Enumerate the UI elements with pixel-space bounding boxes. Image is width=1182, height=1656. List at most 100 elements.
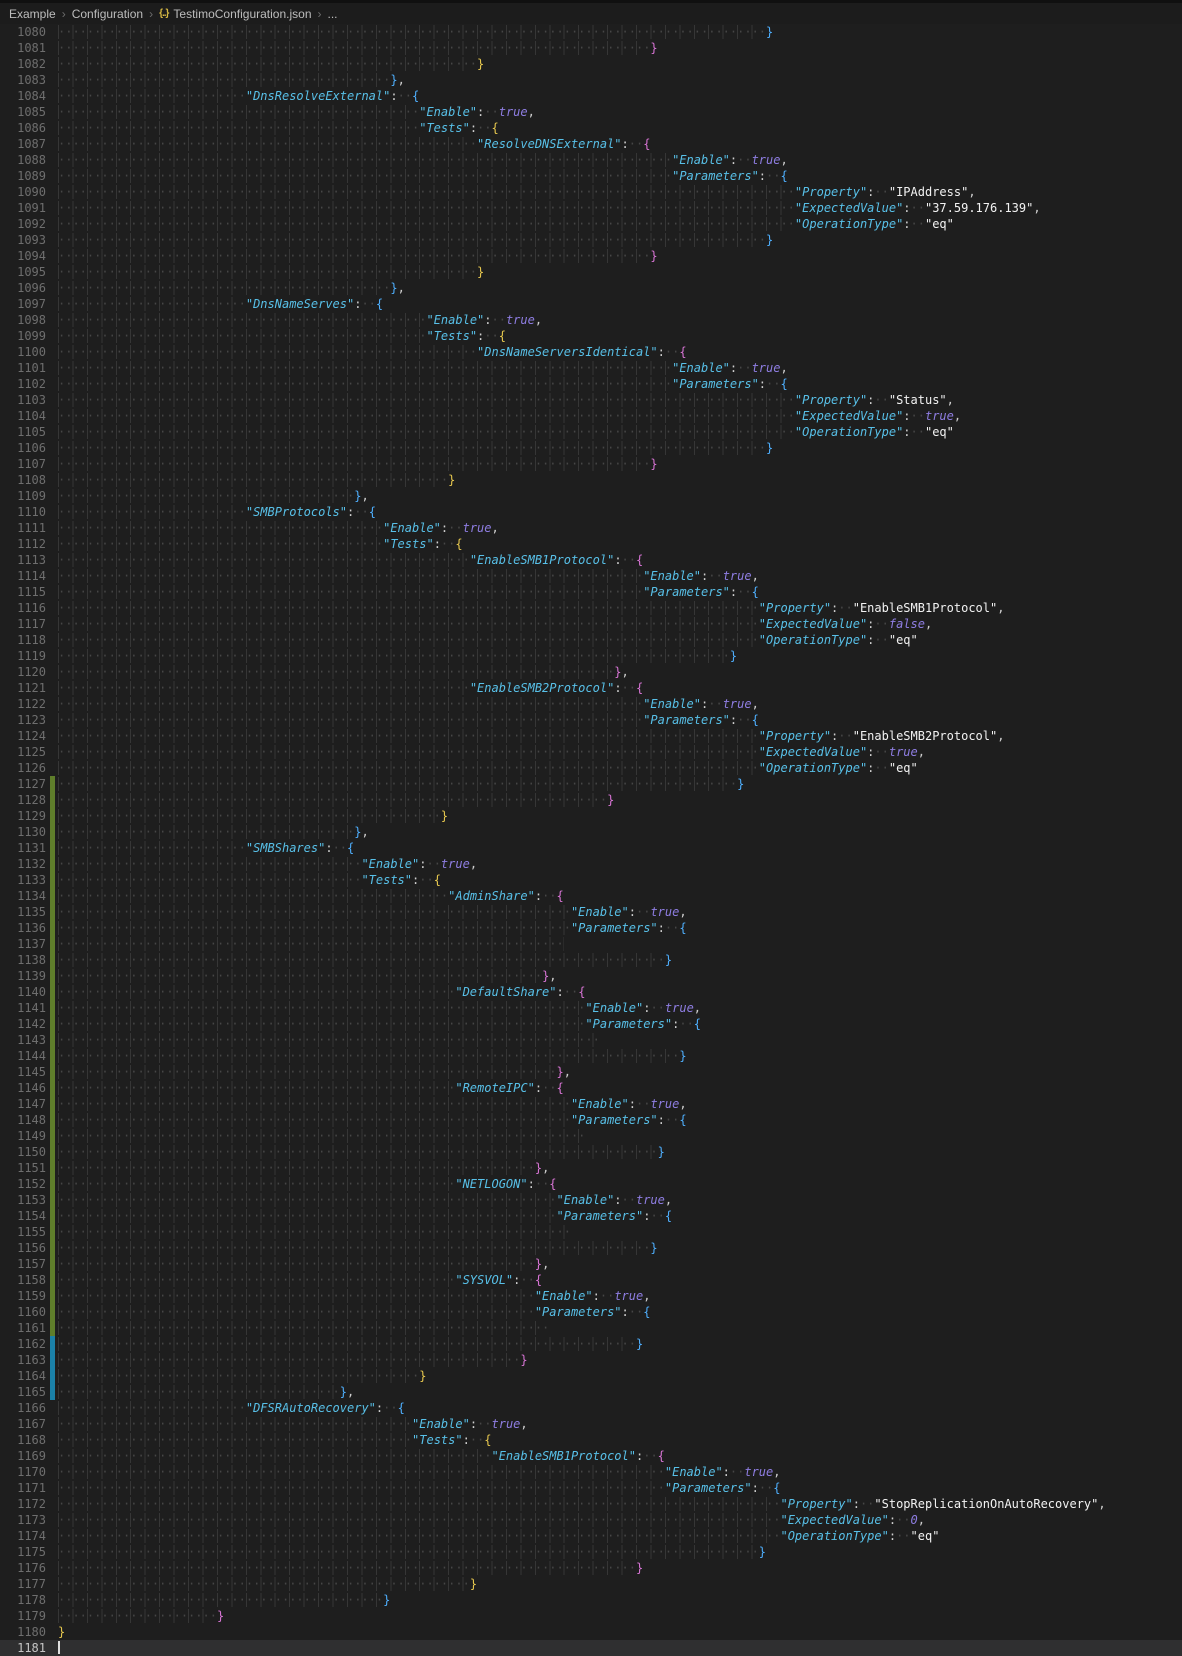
line-number[interactable]: 1170 (0, 1464, 46, 1480)
code-line[interactable]: 1117····································… (0, 616, 1182, 632)
code-line[interactable]: 1123····································… (0, 712, 1182, 728)
line-number[interactable]: 1156 (0, 1240, 46, 1256)
code-line[interactable]: 1080····································… (0, 24, 1182, 40)
code-line[interactable]: 1088····································… (0, 152, 1182, 168)
breadcrumb-item-symbol[interactable]: ... (328, 7, 338, 21)
code-line[interactable]: 1175····································… (0, 1544, 1182, 1560)
line-number[interactable]: 1118 (0, 632, 46, 648)
line-number[interactable]: 1114 (0, 568, 46, 584)
line-number[interactable]: 1132 (0, 856, 46, 872)
line-number[interactable]: 1088 (0, 152, 46, 168)
code-line[interactable]: 1106····································… (0, 440, 1182, 456)
code-line[interactable]: 1116····································… (0, 600, 1182, 616)
code-line[interactable]: 1154····································… (0, 1208, 1182, 1224)
line-number[interactable]: 1086 (0, 120, 46, 136)
code-line[interactable]: 1155····································… (0, 1224, 1182, 1240)
code-line[interactable]: 1132····································… (0, 856, 1182, 872)
code-line[interactable]: 1093····································… (0, 232, 1182, 248)
line-number[interactable]: 1117 (0, 616, 46, 632)
line-number[interactable]: 1145 (0, 1064, 46, 1080)
code-line[interactable]: 1100····································… (0, 344, 1182, 360)
code-line[interactable]: 1166··························"DFSRAutoR… (0, 1400, 1182, 1416)
code-line[interactable]: 1118····································… (0, 632, 1182, 648)
line-number[interactable]: 1125 (0, 744, 46, 760)
code-line[interactable]: 1087····································… (0, 136, 1182, 152)
code-line[interactable]: 1161····································… (0, 1320, 1182, 1336)
code-line[interactable]: 1131··························"SMBShares… (0, 840, 1182, 856)
line-number[interactable]: 1133 (0, 872, 46, 888)
code-line[interactable]: 1098····································… (0, 312, 1182, 328)
code-line[interactable]: 1152····································… (0, 1176, 1182, 1192)
code-line[interactable]: 1162····································… (0, 1336, 1182, 1352)
breadcrumb-item-folder[interactable]: Example (9, 7, 56, 21)
code-line[interactable]: 1105····································… (0, 424, 1182, 440)
line-number[interactable]: 1104 (0, 408, 46, 424)
line-number[interactable]: 1150 (0, 1144, 46, 1160)
code-line[interactable]: 1126····································… (0, 760, 1182, 776)
line-number[interactable]: 1096 (0, 280, 46, 296)
code-line[interactable]: 1173····································… (0, 1512, 1182, 1528)
line-number[interactable]: 1106 (0, 440, 46, 456)
line-number[interactable]: 1166 (0, 1400, 46, 1416)
line-number[interactable]: 1137 (0, 936, 46, 952)
code-line[interactable]: 1148····································… (0, 1112, 1182, 1128)
line-number[interactable]: 1168 (0, 1432, 46, 1448)
line-number[interactable]: 1131 (0, 840, 46, 856)
code-line[interactable]: 1142····································… (0, 1016, 1182, 1032)
code-line[interactable]: 1127····································… (0, 776, 1182, 792)
line-number[interactable]: 1157 (0, 1256, 46, 1272)
code-line[interactable]: 1083····································… (0, 72, 1182, 88)
code-line[interactable]: 1156····································… (0, 1240, 1182, 1256)
code-line[interactable]: 1125····································… (0, 744, 1182, 760)
line-number[interactable]: 1171 (0, 1480, 46, 1496)
code-line[interactable]: 1153····································… (0, 1192, 1182, 1208)
line-number[interactable]: 1100 (0, 344, 46, 360)
line-number[interactable]: 1173 (0, 1512, 46, 1528)
line-number[interactable]: 1153 (0, 1192, 46, 1208)
code-line[interactable]: 1177····································… (0, 1576, 1182, 1592)
line-number[interactable]: 1177 (0, 1576, 46, 1592)
code-line[interactable]: 1095····································… (0, 264, 1182, 280)
line-number[interactable]: 1107 (0, 456, 46, 472)
line-number[interactable]: 1081 (0, 40, 46, 56)
line-number[interactable]: 1113 (0, 552, 46, 568)
code-line[interactable]: 1169····································… (0, 1448, 1182, 1464)
code-line[interactable]: 1165····································… (0, 1384, 1182, 1400)
line-number[interactable]: 1097 (0, 296, 46, 312)
line-number[interactable]: 1178 (0, 1592, 46, 1608)
line-number[interactable]: 1129 (0, 808, 46, 824)
code-line[interactable]: 1136····································… (0, 920, 1182, 936)
line-number[interactable]: 1179 (0, 1608, 46, 1624)
code-line[interactable]: 1135····································… (0, 904, 1182, 920)
code-line[interactable]: 1133····································… (0, 872, 1182, 888)
line-number[interactable]: 1154 (0, 1208, 46, 1224)
code-line[interactable]: 1129····································… (0, 808, 1182, 824)
code-line[interactable]: 1163····································… (0, 1352, 1182, 1368)
line-number[interactable]: 1167 (0, 1416, 46, 1432)
code-line[interactable]: 1124····································… (0, 728, 1182, 744)
code-line[interactable]: 1090····································… (0, 184, 1182, 200)
code-line[interactable]: 1122····································… (0, 696, 1182, 712)
code-line[interactable]: 1081····································… (0, 40, 1182, 56)
line-number[interactable]: 1155 (0, 1224, 46, 1240)
code-line[interactable]: 1101····································… (0, 360, 1182, 376)
code-line[interactable]: 1140····································… (0, 984, 1182, 1000)
line-number[interactable]: 1139 (0, 968, 46, 984)
line-number[interactable]: 1160 (0, 1304, 46, 1320)
code-line[interactable]: 1102····································… (0, 376, 1182, 392)
code-line[interactable]: 1168····································… (0, 1432, 1182, 1448)
code-line[interactable]: 1137····································… (0, 936, 1182, 952)
code-line[interactable]: 1097··························"DnsNameSe… (0, 296, 1182, 312)
code-line[interactable]: 1109····································… (0, 488, 1182, 504)
line-number[interactable]: 1149 (0, 1128, 46, 1144)
line-number[interactable]: 1147 (0, 1096, 46, 1112)
code-line[interactable]: 1174····································… (0, 1528, 1182, 1544)
breadcrumb-item-subfolder[interactable]: Configuration (72, 7, 143, 21)
code-line[interactable]: 1145····································… (0, 1064, 1182, 1080)
code-line[interactable]: 1144····································… (0, 1048, 1182, 1064)
line-number[interactable]: 1087 (0, 136, 46, 152)
code-line[interactable]: 1138····································… (0, 952, 1182, 968)
line-number[interactable]: 1175 (0, 1544, 46, 1560)
line-number[interactable]: 1105 (0, 424, 46, 440)
code-line[interactable]: 1151····································… (0, 1160, 1182, 1176)
